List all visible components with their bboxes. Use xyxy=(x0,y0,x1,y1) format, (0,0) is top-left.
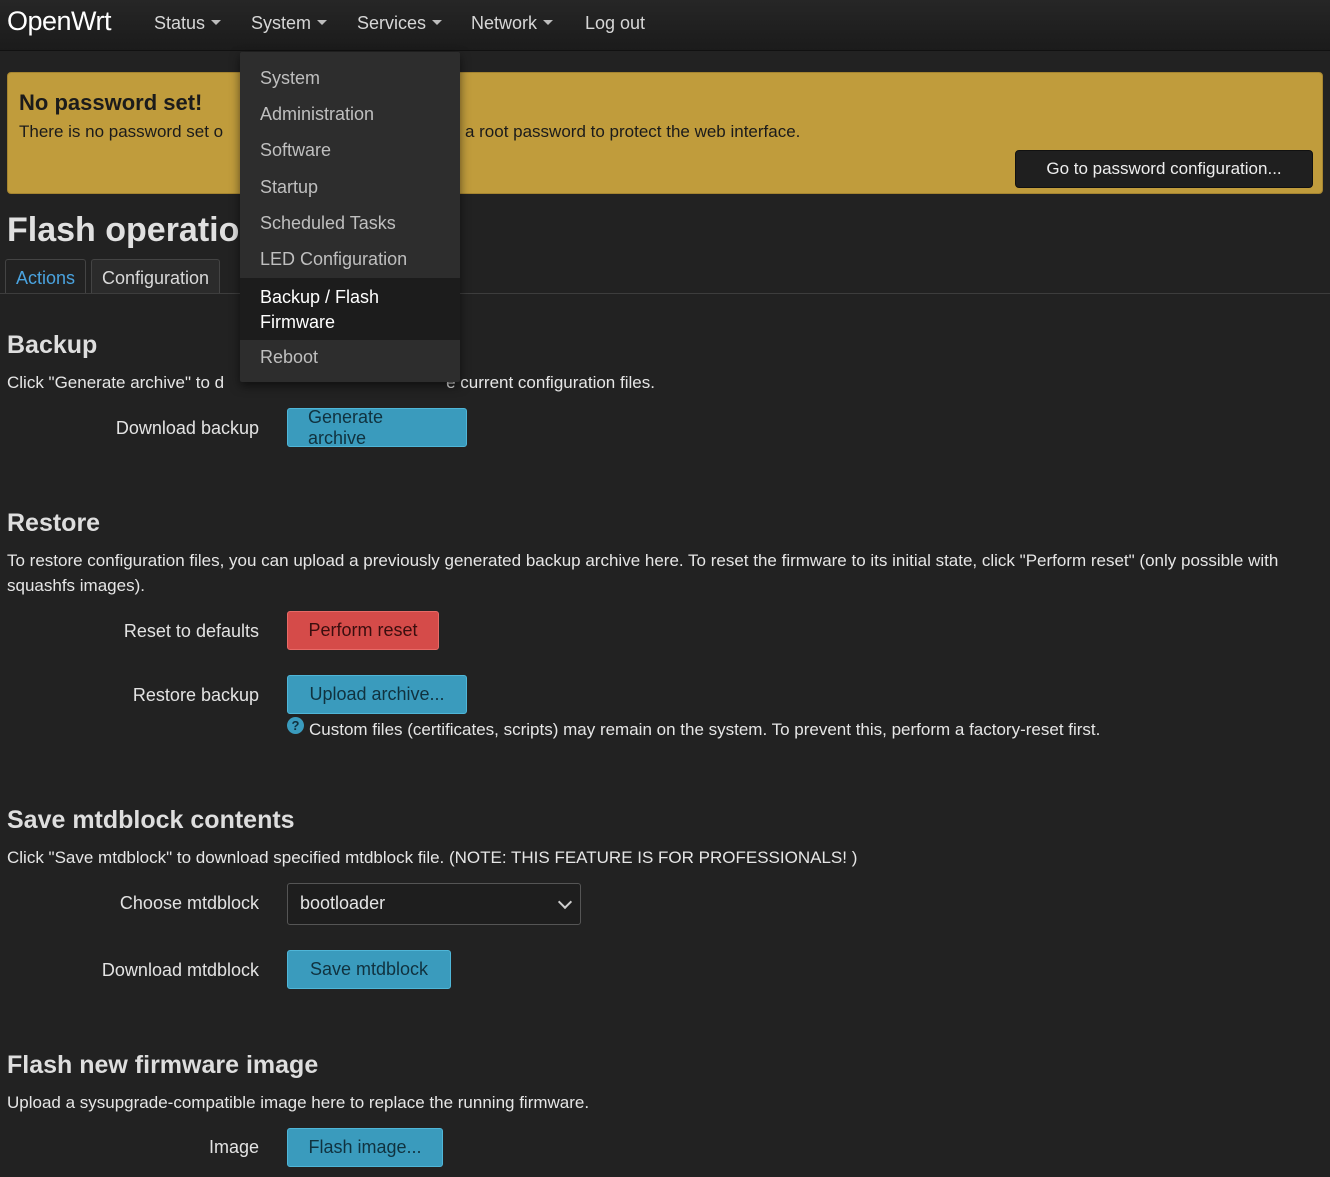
menu-item-led-configuration[interactable]: LED Configuration xyxy=(240,249,460,270)
no-password-alert: No password set! There is no password se… xyxy=(7,72,1323,194)
chevron-down-icon xyxy=(211,19,222,25)
alert-text-before: There is no password set o xyxy=(19,122,224,141)
nav-services[interactable]: Services xyxy=(357,13,443,34)
menu-item-reboot[interactable]: Reboot xyxy=(240,347,460,368)
flash-title: Flash new firmware image xyxy=(7,1051,319,1079)
menu-item-backup-line1: Backup / Flash xyxy=(260,287,380,307)
alert-text-after: re a root password to protect the web in… xyxy=(445,122,801,141)
restore-help: ? Custom files (certificates, scripts) ma… xyxy=(287,717,1101,740)
generate-archive-button[interactable]: Generate archive xyxy=(287,407,467,448)
chevron-down-icon xyxy=(543,19,554,25)
download-backup-label: Download backup xyxy=(115,418,259,438)
nav-network-label: Network xyxy=(471,13,538,33)
nav-system-label: System xyxy=(251,13,312,33)
menu-item-software[interactable]: Software xyxy=(240,140,460,161)
mtdblock-title: Save mtdblock contents xyxy=(7,806,295,834)
help-icon: ? xyxy=(287,717,304,734)
upload-archive-button[interactable]: Upload archive... xyxy=(287,675,467,714)
brand-logo[interactable]: OpenWrt xyxy=(7,6,112,37)
restore-backup-label: Restore backup xyxy=(132,685,259,705)
page-title: Flash operatio xyxy=(7,211,240,249)
mtdblock-select[interactable]: bootloader xyxy=(287,883,581,925)
nav-network[interactable]: Network xyxy=(471,13,554,34)
menu-item-startup[interactable]: Startup xyxy=(240,177,460,198)
chevron-down-icon xyxy=(432,19,443,25)
flash-image-button[interactable]: Flash image... xyxy=(287,1128,443,1167)
menu-item-scheduled-tasks[interactable]: Scheduled Tasks xyxy=(240,213,460,234)
nav-status-label: Status xyxy=(154,13,206,33)
tab-divider xyxy=(0,293,1330,294)
tab-actions[interactable]: Actions xyxy=(5,259,87,293)
save-mtdblock-button[interactable]: Save mtdblock xyxy=(287,950,451,989)
flash-description: Upload a sysupgrade-compatible image her… xyxy=(7,1093,590,1112)
backup-desc-before: Click "Generate archive" to d xyxy=(7,373,225,392)
nav-system[interactable]: System xyxy=(251,13,328,34)
mtdblock-description: Click "Save mtdblock" to download specif… xyxy=(7,848,858,867)
restore-description: To restore configuration files, you can … xyxy=(7,551,1279,595)
menu-item-system[interactable]: System xyxy=(240,68,460,89)
system-dropdown-menu: System Administration Software Startup S… xyxy=(240,52,460,382)
nav-status[interactable]: Status xyxy=(154,13,222,34)
menu-item-backup-flash-firmware[interactable]: Backup / Flash Firmware xyxy=(240,278,460,340)
download-mtdblock-label: Download mtdblock xyxy=(101,960,259,980)
menu-item-administration[interactable]: Administration xyxy=(240,104,460,125)
backup-desc-after: e current configuration files. xyxy=(446,373,655,392)
password-config-button[interactable]: Go to password configuration... xyxy=(1015,150,1313,188)
mtdblock-selected-value: bootloader xyxy=(300,893,386,913)
backup-title: Backup xyxy=(7,331,98,359)
chevron-down-icon xyxy=(557,894,573,910)
alert-title: No password set! xyxy=(19,90,203,115)
restore-help-text: Custom files (certificates, scripts) may… xyxy=(309,720,1101,739)
nav-logout[interactable]: Log out xyxy=(585,13,645,34)
chevron-down-icon xyxy=(317,19,328,25)
reset-defaults-label: Reset to defaults xyxy=(123,621,259,641)
nav-services-label: Services xyxy=(357,13,427,33)
choose-mtdblock-label: Choose mtdblock xyxy=(119,893,259,913)
restore-title: Restore xyxy=(7,509,101,537)
image-label: Image xyxy=(208,1137,259,1157)
perform-reset-button[interactable]: Perform reset xyxy=(287,611,439,650)
menu-item-backup-line2: Firmware xyxy=(260,312,335,332)
top-navbar: OpenWrt Status System Services Network L… xyxy=(0,0,1330,51)
tab-configuration[interactable]: Configuration xyxy=(91,259,221,293)
